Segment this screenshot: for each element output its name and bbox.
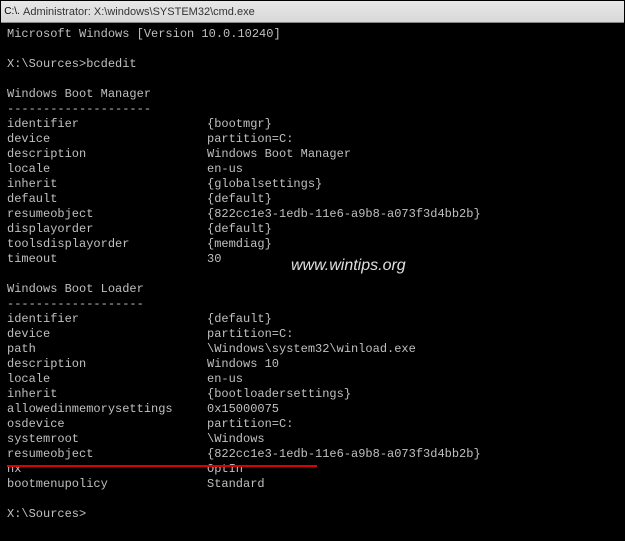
key: locale <box>7 162 207 177</box>
kv-row: resumeobject{822cc1e3-1edb-11e6-a9b8-a07… <box>7 447 618 462</box>
kv-row: default{default} <box>7 192 618 207</box>
kv-row: systemroot\Windows <box>7 432 618 447</box>
window-titlebar[interactable]: C:\. Administrator: X:\windows\SYSTEM32\… <box>1 1 624 23</box>
key: description <box>7 357 207 372</box>
value: partition=C: <box>207 327 293 342</box>
kv-row: descriptionWindows 10 <box>7 357 618 372</box>
key: bootmenupolicy <box>7 477 207 492</box>
kv-row: path\Windows\system32\winload.exe <box>7 342 618 357</box>
key: description <box>7 147 207 162</box>
value: partition=C: <box>207 417 293 432</box>
key: resumeobject <box>7 207 207 222</box>
key: inherit <box>7 177 207 192</box>
command-text: bcdedit <box>86 57 136 71</box>
value: {822cc1e3-1edb-11e6-a9b8-a073f3d4bb2b} <box>207 447 481 462</box>
section-title-boot-loader: Windows Boot Loader <box>7 282 618 297</box>
kv-row: inherit{bootloadersettings} <box>7 387 618 402</box>
key: systemroot <box>7 432 207 447</box>
kv-row: identifier{default} <box>7 312 618 327</box>
section-divider: ------------------- <box>7 297 618 312</box>
key: inherit <box>7 387 207 402</box>
key: identifier <box>7 117 207 132</box>
prompt-line-1: X:\Sources>bcdedit <box>7 57 618 72</box>
kv-row: bootmenupolicyStandard <box>7 477 618 492</box>
kv-row: allowedinmemorysettings0x15000075 <box>7 402 618 417</box>
value: {memdiag} <box>207 237 272 252</box>
highlight-underline <box>7 465 317 467</box>
window-title: Administrator: X:\windows\SYSTEM32\cmd.e… <box>23 6 255 18</box>
kv-row-osdevice: osdevicepartition=C: <box>7 417 618 432</box>
key: osdevice <box>7 417 207 432</box>
value: {default} <box>207 192 272 207</box>
value: \Windows <box>207 432 265 447</box>
kv-row: inherit{globalsettings} <box>7 177 618 192</box>
kv-row: toolsdisplayorder{memdiag} <box>7 237 618 252</box>
kv-row: devicepartition=C: <box>7 327 618 342</box>
value: {default} <box>207 312 272 327</box>
value: Standard <box>207 477 265 492</box>
prompt-text: X:\Sources> <box>7 57 86 71</box>
value: {822cc1e3-1edb-11e6-a9b8-a073f3d4bb2b} <box>207 207 481 222</box>
kv-row: resumeobject{822cc1e3-1edb-11e6-a9b8-a07… <box>7 207 618 222</box>
cmd-icon: C:\. <box>5 5 19 19</box>
value: \Windows\system32\winload.exe <box>207 342 416 357</box>
key: device <box>7 327 207 342</box>
value: partition=C: <box>207 132 293 147</box>
key: resumeobject <box>7 447 207 462</box>
terminal-output[interactable]: Microsoft Windows [Version 10.0.10240] X… <box>1 23 624 540</box>
value: 0x15000075 <box>207 402 279 417</box>
key: identifier <box>7 312 207 327</box>
key: locale <box>7 372 207 387</box>
value: en-us <box>207 162 243 177</box>
kv-row: descriptionWindows Boot Manager <box>7 147 618 162</box>
key: toolsdisplayorder <box>7 237 207 252</box>
value: {bootloadersettings} <box>207 387 351 402</box>
section-divider: -------------------- <box>7 102 618 117</box>
key: timeout <box>7 252 207 267</box>
kv-row: displayorder{default} <box>7 222 618 237</box>
value: Windows Boot Manager <box>207 147 351 162</box>
value: {default} <box>207 222 272 237</box>
value: 30 <box>207 252 221 267</box>
value: Windows 10 <box>207 357 279 372</box>
key: path <box>7 342 207 357</box>
kv-row: localeen-us <box>7 162 618 177</box>
kv-row: localeen-us <box>7 372 618 387</box>
key: displayorder <box>7 222 207 237</box>
kv-row: identifier{bootmgr} <box>7 117 618 132</box>
prompt-line-2: X:\Sources> <box>7 507 618 522</box>
key: device <box>7 132 207 147</box>
section-title-boot-manager: Windows Boot Manager <box>7 87 618 102</box>
value: en-us <box>207 372 243 387</box>
value: {bootmgr} <box>207 117 272 132</box>
key: allowedinmemorysettings <box>7 402 207 417</box>
key: default <box>7 192 207 207</box>
version-line: Microsoft Windows [Version 10.0.10240] <box>7 27 618 42</box>
value: {globalsettings} <box>207 177 322 192</box>
kv-row: devicepartition=C: <box>7 132 618 147</box>
kv-row: timeout30 <box>7 252 618 267</box>
